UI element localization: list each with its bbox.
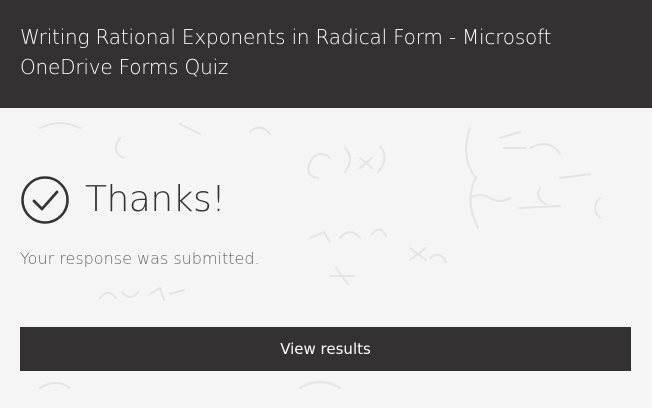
thanks-row: Thanks! bbox=[20, 174, 226, 226]
thanks-heading: Thanks! bbox=[85, 179, 226, 220]
view-results-button[interactable]: View results bbox=[20, 327, 631, 371]
confirmation-panel: Thanks! Your response was submitted. Vie… bbox=[0, 108, 652, 408]
check-circle-icon bbox=[21, 176, 69, 224]
form-title: Writing Rational Exponents in Radical Fo… bbox=[20, 25, 552, 79]
page-header: Writing Rational Exponents in Radical Fo… bbox=[0, 0, 652, 108]
submission-message: Your response was submitted. bbox=[20, 249, 260, 268]
